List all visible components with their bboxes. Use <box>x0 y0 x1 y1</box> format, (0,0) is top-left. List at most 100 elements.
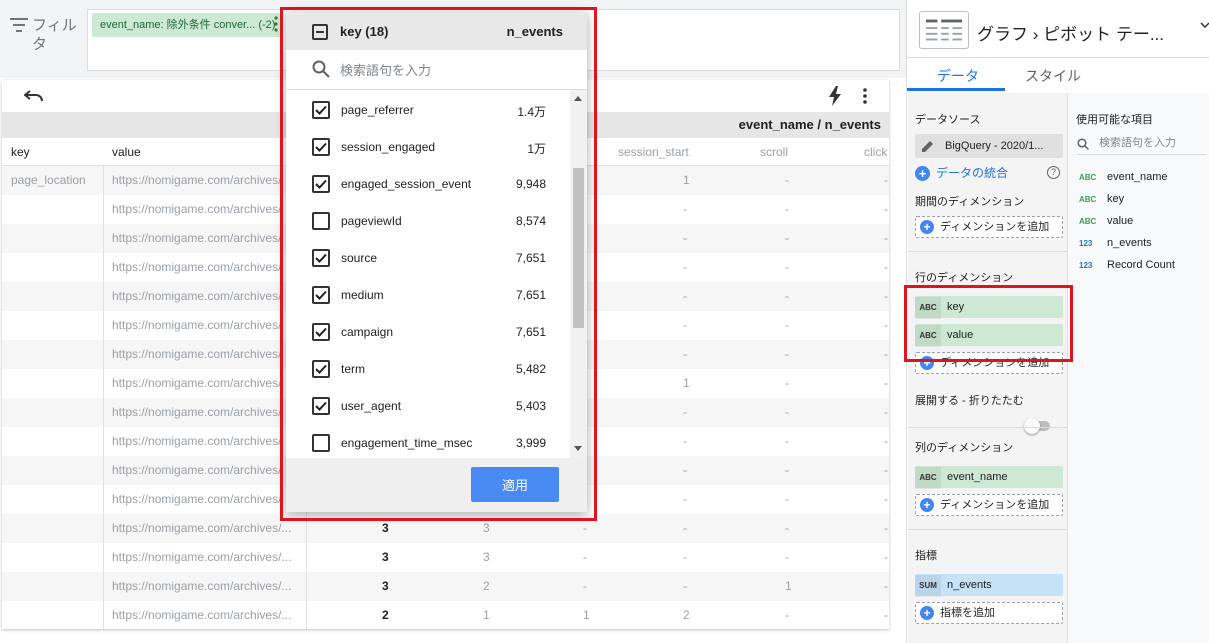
toggle-knob <box>1024 418 1040 434</box>
expand-collapse-toggle[interactable] <box>1024 418 1050 434</box>
header-scroll[interactable]: scroll <box>760 145 788 159</box>
cell-click: - <box>884 434 888 448</box>
cell-session-start: - <box>683 405 687 419</box>
column-dimension-title: event_name / n_events <box>738 117 881 132</box>
field-type-icon: ABC <box>1079 173 1097 182</box>
available-field[interactable]: ABC event_name <box>1079 171 1168 183</box>
cell-click: - <box>884 289 888 303</box>
help-icon[interactable]: ? <box>1047 166 1060 179</box>
cell-value: https://nomigame.com/archives/... <box>112 608 292 622</box>
table-row[interactable]: https://nomigame.com/archives/... 3 2 - - 1 - <box>2 572 889 601</box>
cell-value: https://nomigame.com/archives/ <box>112 173 282 187</box>
cell-scroll: - <box>785 405 789 419</box>
cell-session-start: - <box>683 434 687 448</box>
undo-icon[interactable] <box>24 88 44 104</box>
table-row[interactable]: https://nomigame.com/archives/... 2 1 1 2 - - <box>2 601 889 629</box>
cell-value: https://nomigame.com/archives/ <box>112 202 282 216</box>
cell-scroll: 1 <box>785 579 792 593</box>
cell-value: https://nomigame.com/archives/ <box>112 289 282 303</box>
chart-breadcrumb[interactable]: グラフ › ピボット テー... <box>977 20 1164 45</box>
available-field[interactable]: 123 n_events <box>1079 237 1152 249</box>
chevron-down-icon[interactable] <box>1200 22 1209 28</box>
cell-scroll: - <box>785 289 789 303</box>
header-session-start[interactable]: session_start <box>618 145 689 159</box>
more-vert-icon[interactable] <box>274 16 278 32</box>
cell-session-start: 1 <box>683 173 690 187</box>
datasource-selector[interactable]: BigQuery - 2020/1... <box>915 134 1063 158</box>
search-icon <box>1077 138 1089 150</box>
available-field[interactable]: ABC value <box>1079 215 1133 227</box>
cell-metric: 2 <box>483 579 490 593</box>
cell-value: https://nomigame.com/archives/... <box>112 550 292 564</box>
add-column-dimension[interactable]: + ディメンションを追加 <box>915 494 1063 516</box>
cell-session-start: - <box>683 521 687 535</box>
field-name: Record Count <box>1107 259 1175 271</box>
column-divider <box>103 166 104 629</box>
text-type-icon: ABC <box>915 467 941 489</box>
more-vert-icon[interactable] <box>862 87 868 105</box>
filter-label[interactable]: フィルタ <box>10 16 77 54</box>
filter-chip[interactable]: event_name: 除外条件 conver... (-2) <box>92 13 282 37</box>
header-click[interactable]: click <box>864 145 887 159</box>
available-fields-title: 使用可能な項目 <box>1076 114 1153 126</box>
field-name: n_events <box>1107 237 1152 249</box>
cell-scroll: - <box>785 550 789 564</box>
field-name: value <box>1107 215 1134 227</box>
metric-chip-n-events[interactable]: SUM n_events <box>915 574 1063 597</box>
add-period-dimension[interactable]: + ディメンションを追加 <box>915 216 1063 238</box>
cell-session-start: - <box>683 289 687 303</box>
add-circle-icon: + <box>915 166 930 182</box>
field-name: key <box>1107 193 1125 205</box>
tab-data[interactable]: データ <box>937 66 979 86</box>
active-tab-indicator <box>907 88 1005 91</box>
cell-metric: - <box>583 521 587 535</box>
cell-value: https://nomigame.com/archives/ <box>112 376 282 390</box>
header-value[interactable]: value <box>112 145 141 159</box>
datasource-title: データソース <box>915 114 981 126</box>
cell-click: - <box>884 405 888 419</box>
edit-icon[interactable] <box>921 139 935 153</box>
cell-value: https://nomigame.com/archives/... <box>112 521 292 535</box>
cell-session-start: - <box>683 347 687 361</box>
add-circle-icon: + <box>920 498 934 513</box>
column-dimension-chip-event-name[interactable]: ABC event_name <box>915 466 1063 489</box>
available-fields-search <box>1077 135 1207 155</box>
datasource-name: BigQuery - 2020/1... <box>945 140 1044 152</box>
cell-metric: 3 <box>483 521 490 535</box>
cell-click: - <box>884 318 888 332</box>
header-key[interactable]: key <box>11 145 30 159</box>
highlight-box-popup <box>280 7 597 521</box>
cell-value: https://nomigame.com/archives/... <box>112 579 292 593</box>
available-field[interactable]: 123 Record Count <box>1079 259 1175 271</box>
cell-click: - <box>884 376 888 390</box>
cell-click: - <box>884 521 888 535</box>
table-row[interactable]: https://nomigame.com/archives/... 3 3 - - - - <box>2 543 889 572</box>
cell-session-start: - <box>683 463 687 477</box>
cell-n-events: 3 <box>382 521 389 535</box>
period-dimension-title: 期間のディメンション <box>915 196 1025 208</box>
cell-scroll: - <box>785 376 789 390</box>
bolt-icon[interactable] <box>828 86 842 106</box>
available-fields-search-input[interactable] <box>1099 137 1207 149</box>
metric-title: 指標 <box>915 550 937 562</box>
divider <box>908 427 1068 428</box>
cell-metric: 1 <box>483 608 490 622</box>
cell-value: https://nomigame.com/archives/ <box>112 347 282 361</box>
cell-value: https://nomigame.com/archives/ <box>112 231 282 245</box>
cell-scroll: - <box>785 231 789 245</box>
cell-scroll: - <box>785 173 789 187</box>
cell-session-start: - <box>683 260 687 274</box>
tab-style[interactable]: スタイル <box>1025 66 1081 86</box>
blend-data-link[interactable]: + データの統合 <box>915 164 1008 182</box>
add-metric[interactable]: + 指標を追加 <box>915 602 1063 624</box>
cell-key: page_location <box>11 173 86 187</box>
cell-scroll: - <box>785 347 789 361</box>
pivot-table-chart-icon[interactable] <box>919 11 969 49</box>
available-field[interactable]: ABC key <box>1079 193 1124 205</box>
cell-session-start: - <box>683 579 687 593</box>
filter-chip-text: event_name: 除外条件 conver... (-2) <box>100 19 276 31</box>
cell-value: https://nomigame.com/archives/ <box>112 463 282 477</box>
field-type-icon: ABC <box>1079 195 1097 204</box>
cell-scroll: - <box>785 608 789 622</box>
cell-metric: 3 <box>483 550 490 564</box>
